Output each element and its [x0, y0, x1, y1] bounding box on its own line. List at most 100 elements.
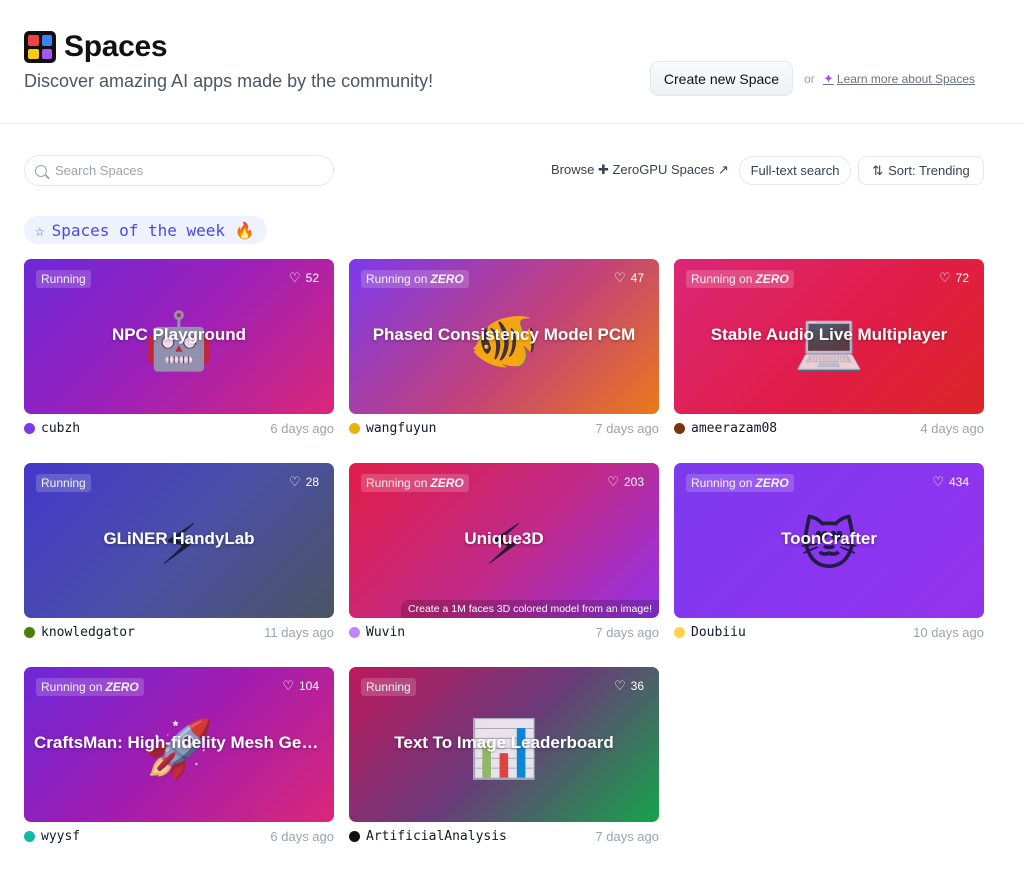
updated-time: 7 days ago — [595, 624, 659, 640]
space-card[interactable]: Running on ZERO ♡ 434 😻 ToonCrafter — [674, 463, 984, 618]
space-card[interactable]: Running on ZERO ♡ 72 💻 Stable Audio Live Mult… — [674, 259, 984, 414]
author-link[interactable]: cubzh — [41, 421, 80, 436]
author-link[interactable]: Wuvin — [366, 625, 405, 640]
space-meta: ArtificialAnalysis 7 days ago — [349, 827, 659, 845]
avatar[interactable] — [24, 626, 35, 638]
sort-label: Sort: Trending — [888, 163, 970, 178]
space-status-badge: Running on ZERO — [36, 678, 144, 696]
avatar[interactable] — [349, 830, 360, 842]
author-link[interactable]: ArtificialAnalysis — [366, 829, 507, 844]
heart-icon: ♡ — [282, 678, 294, 693]
full-text-search-button[interactable]: Full-text search — [739, 156, 851, 185]
create-new-space-button[interactable]: Create new Space — [650, 61, 793, 96]
space-title: ToonCrafter — [780, 529, 877, 548]
space-title: Stable Audio Live Multiplayer — [710, 325, 948, 344]
likes-button[interactable]: ♡ 47 — [614, 270, 644, 286]
likes-count: 47 — [630, 271, 644, 285]
zero-badge: ZERO — [755, 272, 789, 286]
or-text: or — [804, 72, 815, 86]
updated-time: 10 days ago — [913, 624, 984, 640]
space-card[interactable]: Running on ZERO ♡ 104 🚀 CraftsMan: High-fidel… — [24, 667, 334, 822]
likes-count: 72 — [955, 271, 969, 285]
avatar[interactable] — [349, 422, 360, 434]
status-label: Running on — [366, 476, 428, 490]
space-meta: knowledgator 11 days ago — [24, 623, 334, 641]
zero-badge: ZERO — [105, 680, 139, 694]
page-header: Spaces Discover amazing AI apps made by … — [0, 0, 1024, 124]
author-link[interactable]: wyysf — [41, 829, 80, 844]
avatar[interactable] — [674, 626, 685, 638]
likes-button[interactable]: ♡ 72 — [939, 270, 969, 286]
likes-button[interactable]: ♡ 52 — [289, 270, 319, 286]
space-meta: Wuvin 7 days ago — [349, 623, 659, 641]
learn-more-label: Learn more about Spaces — [836, 72, 975, 86]
avatar[interactable] — [349, 626, 360, 638]
spaces-of-the-week-tag: ☆ Spaces of the week 🔥 — [24, 216, 267, 244]
space-description: Create a 1M faces 3D colored model from … — [401, 600, 659, 618]
likes-button[interactable]: ♡ 434 — [932, 474, 969, 490]
space-status-badge: Running — [36, 474, 91, 492]
space-status-badge: Running on ZERO — [361, 474, 469, 492]
zero-badge: ZERO — [755, 476, 789, 490]
zero-badge: ZERO — [430, 272, 464, 286]
likes-count: 434 — [948, 475, 969, 489]
space-card[interactable]: Running ♡ 52 🤖 NPC Playground — [24, 259, 334, 414]
space-title: Unique3D — [464, 529, 544, 548]
author-link[interactable]: knowledgator — [41, 625, 135, 640]
status-label: Running — [41, 272, 86, 286]
heart-icon: ♡ — [607, 474, 619, 489]
space-meta: cubzh 6 days ago — [24, 419, 334, 437]
browse-zerogpu-link[interactable]: Browse ✚ ZeroGPU Spaces ↗ — [551, 162, 729, 178]
likes-button[interactable]: ♡ 104 — [282, 678, 319, 694]
page-title: Spaces — [64, 30, 168, 63]
heart-icon: ♡ — [613, 678, 626, 693]
sort-button[interactable]: ⇅ Sort: Trending — [858, 156, 984, 185]
search-box[interactable] — [24, 155, 334, 186]
status-label: Running on — [691, 476, 753, 490]
status-label: Running on — [366, 272, 428, 286]
status-label: Running on — [41, 680, 103, 694]
heart-icon: ♡ — [288, 270, 301, 285]
updated-time: 7 days ago — [595, 420, 659, 436]
sort-icon: ⇅ — [872, 162, 884, 178]
space-status-badge: Running on ZERO — [686, 474, 794, 492]
heart-icon: ♡ — [932, 474, 944, 489]
author-link[interactable]: ameerazam08 — [691, 421, 777, 436]
likes-button[interactable]: ♡ 36 — [614, 678, 644, 694]
avatar[interactable] — [674, 422, 685, 434]
heart-icon: ♡ — [288, 474, 301, 489]
section-title: Spaces of the week 🔥 — [51, 220, 255, 240]
space-card[interactable]: Running ♡ 36 📊 Text To Image Leaderboard — [349, 667, 659, 822]
likes-button[interactable]: ♡ 28 — [289, 474, 319, 490]
space-meta: wyysf 6 days ago — [24, 827, 334, 845]
updated-time: 7 days ago — [595, 828, 659, 844]
title-row: Spaces — [24, 30, 168, 64]
likes-count: 104 — [298, 679, 319, 693]
likes-count: 203 — [623, 475, 644, 489]
space-card[interactable]: Running on ZERO ♡ 47 🐠 Phased Consistency Mod… — [349, 259, 659, 414]
heart-icon: ♡ — [938, 270, 951, 285]
likes-count: 52 — [305, 271, 319, 285]
likes-count: 28 — [305, 475, 319, 489]
space-card[interactable]: Running on ZERO ♡ 203 ⚡ Unique3D Create a 1M f… — [349, 463, 659, 618]
status-label: Running — [41, 476, 86, 490]
space-status-badge: Running — [361, 678, 416, 696]
learn-more-link[interactable]: ✦ Learn more about Spaces — [823, 71, 975, 87]
status-label: Running — [366, 680, 411, 694]
space-meta: ameerazam08 4 days ago — [674, 419, 984, 437]
avatar[interactable] — [24, 830, 35, 842]
space-status-badge: Running on ZERO — [686, 270, 794, 288]
star-icon: ☆ — [35, 220, 45, 240]
author-link[interactable]: Doubiiu — [691, 625, 746, 640]
search-input[interactable] — [55, 163, 315, 178]
avatar[interactable] — [24, 422, 35, 434]
space-title: GLiNER HandyLab — [103, 529, 255, 548]
likes-button[interactable]: ♡ 203 — [607, 474, 644, 490]
space-title: Text To Image Leaderboard — [394, 733, 614, 752]
author-link[interactable]: wangfuyun — [366, 421, 436, 436]
zero-badge: ZERO — [430, 476, 464, 490]
spaces-logo-icon — [24, 31, 56, 63]
sparkle-icon: ✦ — [823, 71, 834, 86]
space-card[interactable]: Running ♡ 28 ⚡ GLiNER HandyLab — [24, 463, 334, 618]
space-meta: wangfuyun 7 days ago — [349, 419, 659, 437]
